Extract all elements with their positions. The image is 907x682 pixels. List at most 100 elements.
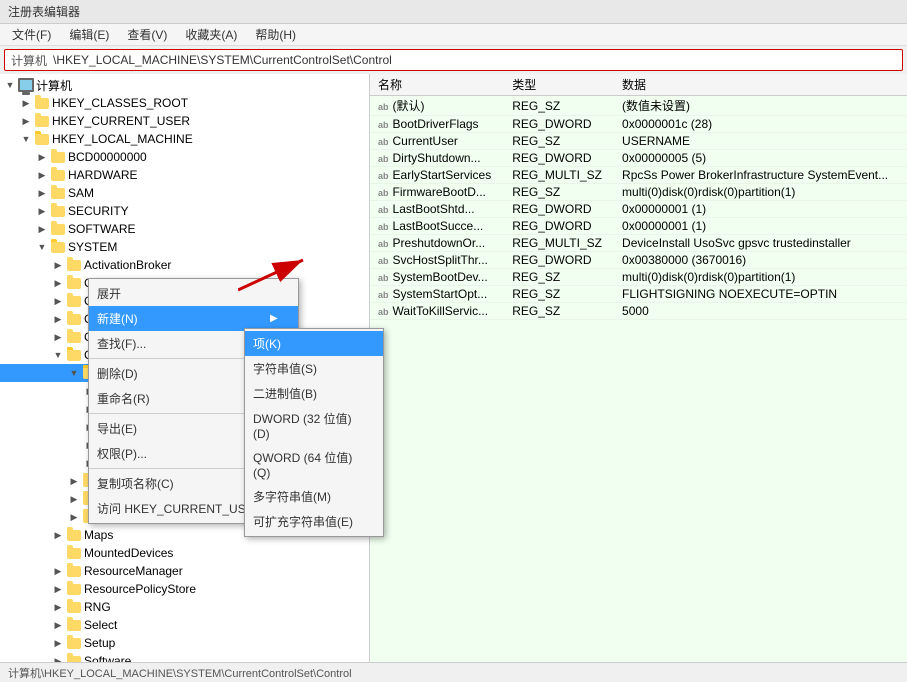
tree-item-hklm[interactable]: ▼ HKEY_LOCAL_MACHINE <box>0 130 369 148</box>
submenu-item-key[interactable]: 项(K) <box>245 331 383 356</box>
expander-software2: ▶ <box>50 656 66 663</box>
reg-type-cell: REG_DWORD <box>504 252 614 269</box>
submenu-item-qword[interactable]: QWORD (64 位值)(Q) <box>245 445 383 484</box>
menu-file[interactable]: 文件(F) <box>4 24 59 45</box>
reg-name-cell: abSystemBootDev... <box>370 269 504 286</box>
folder-icon-software2 <box>66 654 82 662</box>
address-value[interactable]: \HKEY_LOCAL_MACHINE\SYSTEM\CurrentContro… <box>53 53 896 67</box>
reg-data-cell: 0x00000005 (5) <box>614 150 907 167</box>
tree-label-software2: Software <box>84 654 131 662</box>
reg-data-cell: 0x00380000 (3670016) <box>614 252 907 269</box>
expander-computer: ▼ <box>2 80 18 90</box>
submenu-item-binary[interactable]: 二进制值(B) <box>245 381 383 406</box>
folder-icon-hklm <box>34 132 50 146</box>
registry-row[interactable]: abCurrentUserREG_SZUSERNAME <box>370 133 907 150</box>
context-menu-new[interactable]: 新建(N) ▶ 项(K) 字符串值(S) 二进制值(B) DWORD (32 位… <box>89 306 298 331</box>
menu-help[interactable]: 帮助(H) <box>247 24 304 45</box>
tree-label-hkcr: HKEY_CLASSES_ROOT <box>52 96 188 110</box>
tree-item-bcd[interactable]: ▶BCD00000000 <box>0 148 369 166</box>
tree-item-rng[interactable]: ▶ RNG <box>0 598 369 616</box>
registry-tbody: ab(默认)REG_SZ(数值未设置)abBootDriverFlagsREG_… <box>370 96 907 320</box>
menu-edit[interactable]: 编辑(E) <box>61 24 117 45</box>
expander-hardware2: ▶ <box>66 494 82 505</box>
expander-controlset001: ▶ <box>50 278 66 289</box>
tree-label-setup: Setup <box>84 636 115 650</box>
registry-row[interactable]: abWaitToKillServic...REG_SZ5000 <box>370 303 907 320</box>
tree-label-hklm: HKEY_LOCAL_MACHINE <box>52 132 193 146</box>
context-menu-expand[interactable]: 展开 <box>89 281 298 306</box>
tree-item-system[interactable]: ▼SYSTEM <box>0 238 369 256</box>
reg-name-cell: ab(默认) <box>370 96 504 116</box>
folder-icon-activationbroker <box>66 258 82 272</box>
tree-item-resourcepolicystore[interactable]: ▶ResourcePolicyStore <box>0 580 369 598</box>
reg-type-cell: REG_DWORD <box>504 116 614 133</box>
tree-item-hardware[interactable]: ▶ HARDWARE <box>0 166 369 184</box>
expander-hkcr: ▶ <box>18 98 34 109</box>
tree-item-software[interactable]: ▶SOFTWARE <box>0 220 369 238</box>
expander-resourcemanager: ▶ <box>50 566 66 577</box>
registry-row[interactable]: abFirmwareBootD...REG_SZmulti(0)disk(0)r… <box>370 184 907 201</box>
expander-security: ▶ <box>34 206 50 217</box>
tree-item-hkcr[interactable]: ▶ HKEY_CLASSES_ROOT <box>0 94 369 112</box>
tree-label-sam: SAM <box>68 186 94 200</box>
tree-item-sam[interactable]: ▶ SAM <box>0 184 369 202</box>
registry-row[interactable]: abLastBootShtd...REG_DWORD0x00000001 (1) <box>370 201 907 218</box>
expander-hardware: ▶ <box>34 170 50 181</box>
folder-icon-mounteddevices <box>66 546 82 560</box>
submenu-item-dword[interactable]: DWORD (32 位值)(D) <box>245 406 383 445</box>
reg-data-cell: (数值未设置) <box>614 96 907 116</box>
registry-row[interactable]: abPreshutdownOr...REG_MULTI_SZDeviceInst… <box>370 235 907 252</box>
tree-item-hkcu[interactable]: ▶HKEY_CURRENT_USER <box>0 112 369 130</box>
registry-row[interactable]: ab(默认)REG_SZ(数值未设置) <box>370 96 907 116</box>
tree-label-activationbroker: ActivationBroker <box>84 258 171 272</box>
folder-icon-rng <box>66 600 82 614</box>
address-bar: 计算机 \HKEY_LOCAL_MACHINE\SYSTEM\CurrentCo… <box>4 49 903 71</box>
col-type: 类型 <box>504 74 614 96</box>
tree-item-computer[interactable]: ▼ 计算机 <box>0 76 369 94</box>
registry-row[interactable]: abSystemStartOpt...REG_SZFLIGHTSIGNING N… <box>370 286 907 303</box>
tree-label-hardware: HARDWARE <box>68 168 138 182</box>
registry-row[interactable]: abDirtyShutdown...REG_DWORD0x00000005 (5… <box>370 150 907 167</box>
folder-icon-currentcontrolset <box>66 348 82 362</box>
expander-controlset003: ▶ <box>50 314 66 325</box>
status-bar: 计算机\HKEY_LOCAL_MACHINE\SYSTEM\CurrentCon… <box>0 662 907 682</box>
tree-label-select: Select <box>84 618 117 632</box>
folder-icon-setup <box>66 636 82 650</box>
submenu-item-string[interactable]: 字符串值(S) <box>245 356 383 381</box>
tree-label-mounteddevices: MountedDevices <box>84 546 173 560</box>
reg-data-cell: USERNAME <box>614 133 907 150</box>
reg-data-cell: RpcSs Power BrokerInfrastructure SystemE… <box>614 167 907 184</box>
reg-data-cell: 0x0000001c (28) <box>614 116 907 133</box>
tree-item-resourcemanager[interactable]: ▶ResourceManager <box>0 562 369 580</box>
expander-maps: ▶ <box>50 530 66 541</box>
submenu-item-multistring[interactable]: 多字符串值(M) <box>245 484 383 509</box>
expander-controlset002: ▶ <box>50 296 66 307</box>
registry-row[interactable]: abSvcHostSplitThr...REG_DWORD0x00380000 … <box>370 252 907 269</box>
registry-row[interactable]: abLastBootSucce...REG_DWORD0x00000001 (1… <box>370 218 907 235</box>
reg-name-cell: abWaitToKillServic... <box>370 303 504 320</box>
tree-item-activationbroker[interactable]: ▶ActivationBroker <box>0 256 369 274</box>
reg-type-cell: REG_SZ <box>504 133 614 150</box>
folder-icon-resourcepolicystore <box>66 582 82 596</box>
tree-item-software2[interactable]: ▶ Software <box>0 652 369 662</box>
expander-rng: ▶ <box>50 602 66 613</box>
tree-item-setup[interactable]: ▶Setup <box>0 634 369 652</box>
expander-hklm: ▼ <box>18 134 34 144</box>
tree-label-bcd: BCD00000000 <box>68 150 147 164</box>
tree-label-rng: RNG <box>84 600 111 614</box>
reg-name-cell: abLastBootShtd... <box>370 201 504 218</box>
tree-item-mounteddevices[interactable]: MountedDevices <box>0 544 369 562</box>
expander-sam: ▶ <box>34 188 50 199</box>
tree-item-security[interactable]: ▶SECURITY <box>0 202 369 220</box>
registry-row[interactable]: abBootDriverFlagsREG_DWORD0x0000001c (28… <box>370 116 907 133</box>
tree-item-select[interactable]: ▶Select <box>0 616 369 634</box>
tree-label-hkcu: HKEY_CURRENT_USER <box>52 114 190 128</box>
registry-row[interactable]: abSystemBootDev...REG_SZmulti(0)disk(0)r… <box>370 269 907 286</box>
expander-controlset004: ▶ <box>50 332 66 343</box>
menu-favorites[interactable]: 收藏夹(A) <box>177 24 245 45</box>
reg-type-cell: REG_DWORD <box>504 201 614 218</box>
submenu-item-expandstring[interactable]: 可扩充字符串值(E) <box>245 509 383 534</box>
registry-row[interactable]: abEarlyStartServicesREG_MULTI_SZRpcSs Po… <box>370 167 907 184</box>
folder-icon-hardware <box>50 168 66 182</box>
menu-view[interactable]: 查看(V) <box>119 24 175 45</box>
